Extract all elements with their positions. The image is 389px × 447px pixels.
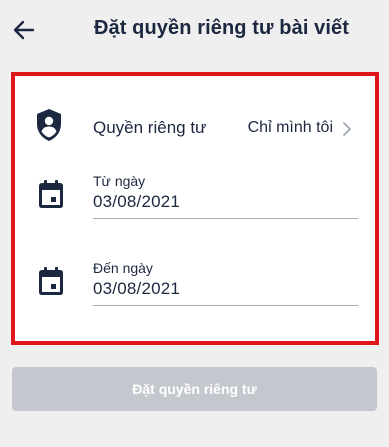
privacy-settings-card: Quyền riêng tư Chỉ mình tôi Từ ngày 03/0… [11, 72, 379, 345]
to-date-value: 03/08/2021 [93, 279, 181, 298]
chevron-right-icon[interactable] [341, 120, 353, 138]
from-date-label: Từ ngày [93, 173, 146, 189]
calendar-icon [39, 267, 63, 295]
set-privacy-button[interactable]: Đặt quyền riêng tư [12, 367, 377, 411]
page-title: Đặt quyền riêng tư bài viết [93, 17, 349, 39]
to-date-field[interactable]: 03/08/2021 [93, 276, 358, 306]
from-date-field[interactable]: 03/08/2021 [93, 189, 358, 219]
set-privacy-button-label: Đặt quyền riêng tư [132, 381, 257, 397]
privacy-label: Quyền riêng tư [93, 118, 207, 137]
to-date-label: Đến ngày [93, 260, 153, 276]
from-date-value: 03/08/2021 [93, 192, 181, 211]
calendar-icon [39, 180, 63, 208]
app-header: Đặt quyền riêng tư bài viết [0, 0, 389, 62]
arrow-left-icon[interactable] [13, 19, 35, 41]
privacy-value[interactable]: Chỉ mình tôi [248, 119, 333, 137]
privacy-setting-row[interactable]: Quyền riêng tư Chỉ mình tôi [15, 102, 375, 154]
shield-user-icon [37, 109, 61, 141]
back-button[interactable] [10, 16, 38, 44]
